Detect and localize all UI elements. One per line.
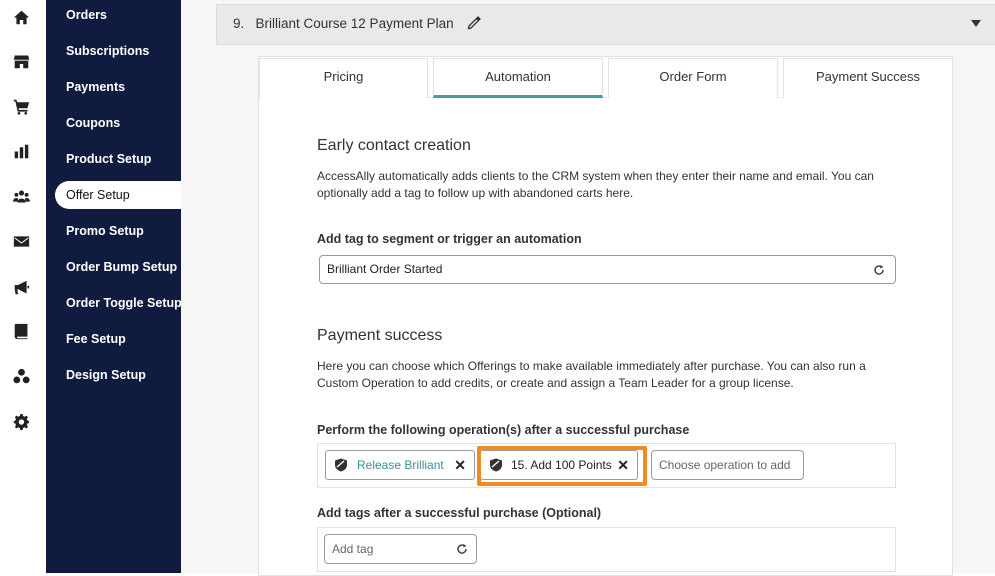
offer-settings-panel: Pricing Automation Order Form Payment Su…: [258, 56, 953, 576]
users-icon[interactable]: [11, 186, 31, 206]
operation-tag: Release Brilliant ✕: [325, 450, 475, 480]
book-icon[interactable]: [11, 321, 31, 341]
operations-label: Perform the following operation(s) after…: [317, 423, 690, 437]
sidebar-item-fee-setup[interactable]: Fee Setup: [66, 327, 126, 351]
sidebar-item-order-bump-setup[interactable]: Order Bump Setup: [66, 255, 177, 279]
operation-picker-placeholder: Choose operation to add: [659, 458, 791, 472]
sidebar-item-order-toggle-setup[interactable]: Order Toggle Setup: [66, 291, 182, 315]
payment-success-heading: Payment success: [317, 327, 443, 344]
icon-rail: [0, 0, 46, 573]
tags-after-purchase-field[interactable]: Add tag: [317, 527, 896, 572]
sidebar-item-subscriptions[interactable]: Subscriptions: [66, 39, 149, 63]
refresh-icon[interactable]: [873, 264, 885, 276]
pencil-icon[interactable]: [467, 16, 481, 30]
operation-picker[interactable]: Choose operation to add: [651, 450, 804, 480]
refresh-icon[interactable]: [456, 543, 468, 555]
operations-field[interactable]: Release Brilliant ✕ 15. Add 100 Points ✕…: [317, 443, 896, 488]
close-icon[interactable]: ✕: [454, 451, 466, 479]
tab-payment-success[interactable]: Payment Success: [783, 58, 953, 98]
offer-header[interactable]: 9. Brilliant Course 12 Payment Plan: [216, 4, 995, 45]
sidebar-item-coupons[interactable]: Coupons: [66, 111, 120, 135]
tab-pricing[interactable]: Pricing: [259, 58, 428, 98]
early-contact-heading: Early contact creation: [317, 137, 471, 154]
bar-chart-icon[interactable]: [11, 141, 31, 161]
home-icon[interactable]: [11, 7, 31, 27]
highlight-box: [477, 446, 647, 486]
store-icon[interactable]: [11, 51, 31, 71]
sidebar-item-payments[interactable]: Payments: [66, 75, 125, 99]
tab-order-form[interactable]: Order Form: [608, 58, 778, 98]
sidebar-item-orders[interactable]: Orders: [66, 3, 107, 27]
add-tag-select[interactable]: Add tag: [324, 534, 477, 564]
groups-icon[interactable]: [11, 366, 31, 386]
sidebar-item-offer-setup[interactable]: Offer Setup: [55, 181, 181, 209]
tab-automation[interactable]: Automation: [433, 58, 603, 98]
segment-tag-value: Brilliant Order Started: [327, 262, 443, 276]
sidebar-item-product-setup[interactable]: Product Setup: [66, 147, 151, 171]
payment-success-description: Here you can choose which Offerings to m…: [317, 359, 866, 390]
add-tag-placeholder: Add tag: [332, 542, 374, 556]
shield-icon: [335, 458, 347, 472]
sidebar: Orders Subscriptions Payments Coupons Pr…: [46, 0, 182, 573]
operation-tag-label: Release Brilliant: [357, 458, 444, 472]
segment-tag-label: Add tag to segment or trigger an automat…: [317, 232, 582, 246]
sidebar-item-promo-setup[interactable]: Promo Setup: [66, 219, 144, 243]
segment-tag-select[interactable]: Brilliant Order Started: [319, 255, 896, 284]
megaphone-icon[interactable]: [11, 277, 31, 297]
cart-icon[interactable]: [11, 96, 31, 116]
gear-icon[interactable]: [11, 412, 31, 432]
offer-title: 9. Brilliant Course 12 Payment Plan: [233, 16, 454, 31]
tags-after-purchase-label: Add tags after a successful purchase (Op…: [317, 506, 602, 520]
early-contact-description: AccessAlly automatically adds clients to…: [317, 169, 874, 200]
envelope-icon[interactable]: [11, 231, 31, 251]
main-content: 9. Brilliant Course 12 Payment Plan Pric…: [181, 0, 995, 576]
chevron-down-icon[interactable]: [971, 20, 981, 27]
sidebar-item-design-setup[interactable]: Design Setup: [66, 363, 146, 387]
